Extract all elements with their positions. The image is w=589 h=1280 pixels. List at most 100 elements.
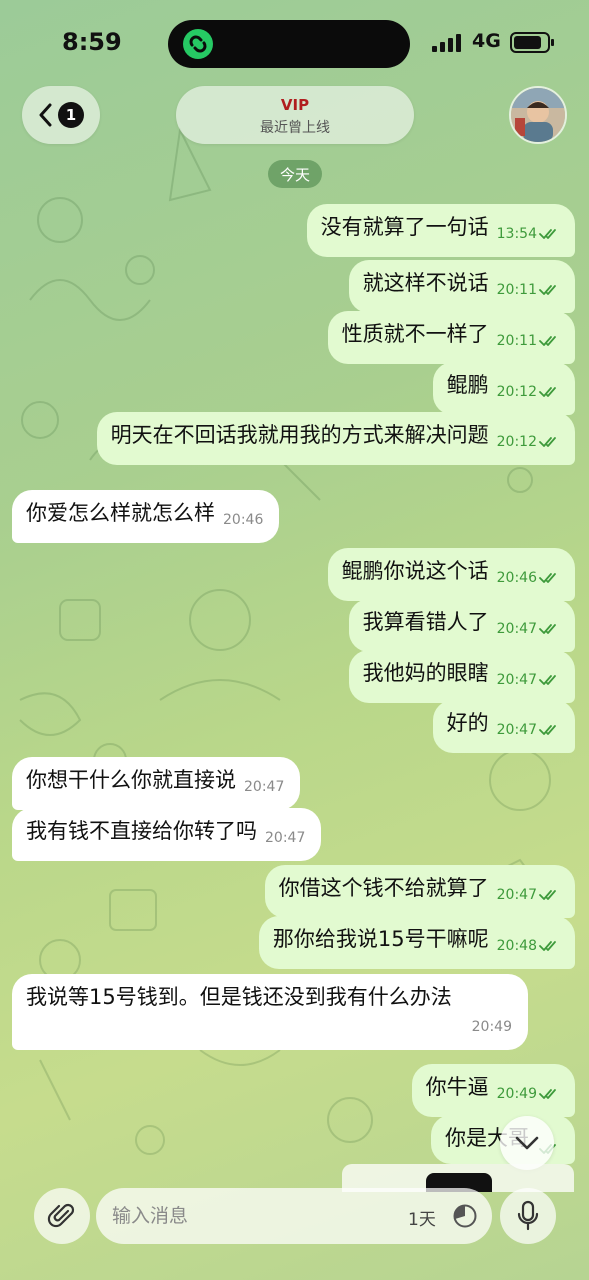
message-time: 20:46 xyxy=(223,512,264,528)
incoming-message[interactable]: 我有钱不直接给你转了吗 20:47 xyxy=(12,808,322,861)
microphone-icon xyxy=(517,1200,539,1231)
outgoing-message[interactable]: 你牛逼 20:49 xyxy=(411,1064,575,1117)
outgoing-message[interactable]: 明天在不回话我就用我的方式来解决问题 20:12 xyxy=(96,412,575,465)
message-meta: 20:47 xyxy=(497,716,559,744)
double-check-icon xyxy=(539,229,556,239)
message-time: 20:11 xyxy=(496,333,537,349)
message-text: 好的 xyxy=(446,711,489,735)
incoming-message[interactable]: 你想干什么你就直接说 20:47 xyxy=(12,757,301,810)
signal-icon xyxy=(432,34,461,52)
message-time: 20:47 xyxy=(496,722,537,738)
message-text: 就这样不说话 xyxy=(362,271,489,295)
message-time: 20:47 xyxy=(265,830,306,846)
message-text: 我算看错人了 xyxy=(362,610,489,634)
date-divider: 今天 xyxy=(268,160,322,188)
message-composer: 1天 xyxy=(96,1188,492,1244)
message-text: 鲲鹏 xyxy=(446,373,489,397)
message-meta: 20:47 xyxy=(497,881,559,909)
message-meta: 20:49 xyxy=(497,1080,559,1108)
message-time: 20:12 xyxy=(496,434,537,450)
outgoing-message[interactable]: 好的 20:47 xyxy=(432,700,575,753)
message-text: 你爱怎么样就怎么样 xyxy=(26,501,215,525)
message-meta: 20:47 xyxy=(497,666,559,694)
outgoing-message[interactable]: 我算看错人了 20:47 xyxy=(348,599,575,652)
message-time: 13:54 xyxy=(496,226,537,242)
network-type: 4G xyxy=(472,30,501,52)
message-text: 鲲鹏你说这个话 xyxy=(341,559,489,583)
message-time: 20:47 xyxy=(496,887,537,903)
message-meta: 20:12 xyxy=(497,378,559,406)
message-time: 20:11 xyxy=(496,282,537,298)
contact-status: 最近曾上线 xyxy=(260,120,330,136)
incoming-message[interactable]: 你爱怎么样就怎么样 20:46 xyxy=(12,490,280,543)
message-text: 明天在不回话我就用我的方式来解决问题 xyxy=(110,423,489,447)
status-time: 8:59 xyxy=(62,28,122,56)
outgoing-message[interactable]: 没有就算了一句话 13:54 xyxy=(306,204,575,257)
outgoing-message[interactable]: 那你给我说15号干嘛呢 20:48 xyxy=(258,916,575,969)
message-text: 你借这个钱不给就算了 xyxy=(278,876,489,900)
attach-button[interactable] xyxy=(34,1188,90,1244)
message-time: 20:49 xyxy=(496,1086,537,1102)
double-check-icon xyxy=(539,573,556,583)
double-check-icon xyxy=(539,890,556,900)
back-button[interactable]: 1 xyxy=(22,86,100,144)
link-app-icon xyxy=(183,29,213,59)
contact-name: VIP xyxy=(280,96,310,114)
outgoing-message[interactable]: 就这样不说话 20:11 xyxy=(348,260,575,313)
battery-icon xyxy=(510,32,554,53)
dynamic-island xyxy=(168,20,410,68)
message-meta: 20:46 xyxy=(497,564,559,592)
chevron-down-icon xyxy=(515,1136,539,1150)
message-meta: 20:47 xyxy=(244,773,284,801)
incoming-message[interactable]: 我说等15号钱到。但是钱还没到我有什么办法 20:49 xyxy=(12,974,528,1050)
timer-icon[interactable] xyxy=(452,1203,478,1229)
message-time: 20:47 xyxy=(496,621,537,637)
voice-message-button[interactable] xyxy=(500,1188,556,1244)
chat-title[interactable]: VIP 最近曾上线 xyxy=(176,86,414,144)
message-time: 20:46 xyxy=(496,570,537,586)
double-check-icon xyxy=(539,285,556,295)
outgoing-message[interactable]: 我他妈的眼瞎 20:47 xyxy=(348,650,575,703)
double-check-icon xyxy=(539,624,556,634)
message-time: 20:49 xyxy=(471,1019,512,1035)
message-meta: 20:11 xyxy=(497,327,559,355)
avatar-photo xyxy=(511,88,565,142)
double-check-icon xyxy=(539,1089,556,1099)
outgoing-message[interactable]: 鲲鹏你说这个话 20:46 xyxy=(327,548,575,601)
message-text: 性质就不一样了 xyxy=(341,322,489,346)
message-text: 你想干什么你就直接说 xyxy=(26,768,236,792)
message-time: 20:47 xyxy=(496,672,537,688)
message-meta: 13:54 xyxy=(497,220,559,248)
message-meta: 20:47 xyxy=(497,615,559,643)
double-check-icon xyxy=(539,941,556,951)
message-meta: 20:11 xyxy=(497,276,559,304)
scroll-to-bottom-button[interactable] xyxy=(500,1116,554,1170)
message-meta: 20:12 xyxy=(497,428,559,456)
outgoing-message[interactable]: 你借这个钱不给就算了 20:47 xyxy=(264,865,575,918)
message-text: 我他妈的眼瞎 xyxy=(362,661,489,685)
message-time: 20:48 xyxy=(496,938,537,954)
double-check-icon xyxy=(539,437,556,447)
message-text: 你牛逼 xyxy=(425,1075,489,1099)
message-text: 我说等15号钱到。但是钱还没到我有什么办法 xyxy=(26,985,452,1009)
message-time: 20:12 xyxy=(496,384,537,400)
double-check-icon xyxy=(539,336,556,346)
double-check-icon xyxy=(539,725,556,735)
chevron-left-icon xyxy=(39,103,52,127)
paperclip-icon xyxy=(47,1203,75,1228)
outgoing-message[interactable]: 性质就不一样了 20:11 xyxy=(327,311,575,364)
status-bar: 8:59 4G xyxy=(0,0,589,86)
double-check-icon xyxy=(539,387,556,397)
auto-delete-label[interactable]: 1天 xyxy=(408,1205,436,1230)
message-meta: 20:48 xyxy=(497,932,559,960)
outgoing-message[interactable]: 鲲鹏 20:12 xyxy=(432,362,575,415)
message-text: 那你给我说15号干嘛呢 xyxy=(272,927,489,951)
message-text: 我有钱不直接给你转了吗 xyxy=(26,819,257,843)
message-input[interactable] xyxy=(112,1202,392,1230)
message-meta: 20:49 xyxy=(26,1013,512,1041)
message-meta: 20:46 xyxy=(223,506,263,534)
message-text: 没有就算了一句话 xyxy=(320,215,489,239)
unread-badge: 1 xyxy=(58,102,84,128)
avatar[interactable] xyxy=(509,86,567,144)
double-check-icon xyxy=(539,675,556,685)
